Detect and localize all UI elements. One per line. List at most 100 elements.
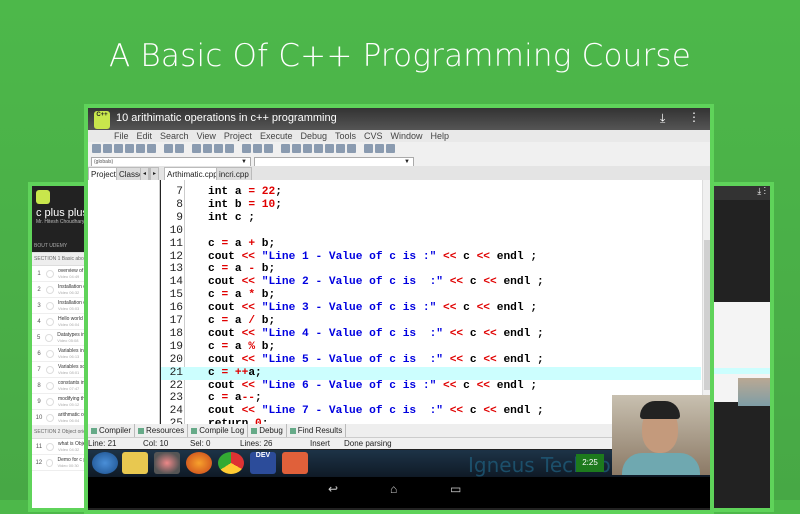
ide-tabs: Project Classes ◂ ▸ Arthimatic.cpp incri…	[88, 166, 710, 180]
editor-scrollbar[interactable]	[702, 180, 710, 431]
code-line: 15 c = a * b;	[161, 289, 701, 302]
code-text: int c ;	[208, 212, 255, 225]
lecture-item[interactable]: 9 modifying the Video 05:12	[32, 394, 90, 410]
code-token: ;	[275, 186, 282, 198]
tab-project[interactable]: Project	[88, 167, 119, 180]
menu-view[interactable]: View	[197, 130, 216, 142]
progress-circle-icon	[46, 317, 54, 326]
code-editor[interactable]: 7 int a = 22; 8 int b = 10; 9 int c ; 10 11 c = …	[161, 180, 710, 431]
code-token: "Line 6 - Value of c is :"	[255, 379, 443, 392]
lecture-item[interactable]: 12 Demo for c plu Video 00:30	[32, 455, 90, 471]
tab-resources[interactable]: Resources	[135, 424, 189, 437]
tab-scroll-right[interactable]: ▸	[150, 167, 160, 180]
tab-icon	[91, 427, 97, 434]
code-token: endl ;	[496, 327, 544, 340]
lecture-item[interactable]: 10 arithmatic op Video 06:04	[32, 410, 90, 426]
firefox-icon[interactable]	[186, 452, 212, 474]
tab-find-results[interactable]: Find Results	[287, 424, 347, 437]
tab-arthimatic-cpp[interactable]: Arthimatic.cpp	[164, 167, 221, 180]
start-button-icon[interactable]	[92, 452, 118, 474]
code-token: c	[463, 276, 484, 289]
code-token: <<	[483, 353, 497, 366]
lecture-item[interactable]: 2 Installation of Video 06:32	[32, 282, 90, 298]
next-screenshot-card[interactable]: ⤓ ⋮	[710, 182, 774, 512]
code-token: c	[463, 327, 484, 340]
code-line: 10	[161, 225, 701, 238]
code-token: c	[208, 289, 222, 302]
android-nav-bar: ↩ ⌂ ▭	[88, 477, 710, 508]
lecture-item[interactable]: 1 overview of C Video 04:49	[32, 266, 90, 282]
code-token: a	[228, 186, 249, 198]
code-token: cout	[208, 327, 242, 340]
download-icon[interactable]: ⤓	[660, 111, 665, 126]
tab-compile-log[interactable]: Compile Log	[188, 424, 249, 437]
menu-search[interactable]: Search	[160, 130, 189, 142]
tab-scroll-left[interactable]: ◂	[140, 167, 150, 180]
code-token: "Line 1 - Value of c is :"	[255, 250, 443, 263]
menu-tools[interactable]: Tools	[335, 130, 356, 142]
recents-icon[interactable]: ▭	[450, 482, 461, 496]
code-token: <<	[449, 276, 464, 289]
webcam-overlay	[612, 395, 710, 475]
explorer-icon[interactable]	[122, 452, 148, 474]
code-line: 11 c = a + b;	[161, 238, 701, 251]
chrome-icon[interactable]	[218, 452, 244, 474]
line-number: 12	[169, 250, 183, 263]
lecture-item[interactable]: 5 Datatypes in C Video 05:08	[32, 330, 90, 346]
code-line: 7 int a = 22;	[161, 186, 701, 199]
code-token: a	[228, 340, 249, 353]
code-token: c	[456, 302, 477, 315]
code-token: <<	[449, 405, 464, 418]
code-token: "Line 2 - Value of c is :"	[255, 276, 450, 289]
menu-edit[interactable]: Edit	[137, 130, 153, 142]
video-title-bar: C++ 10 arithimatic operations in c++ pro…	[88, 108, 710, 130]
code-token: <<	[483, 405, 497, 418]
code-token: endl ;	[496, 405, 544, 418]
lecture-number: 6	[37, 350, 41, 357]
menu-help[interactable]: Help	[431, 130, 450, 142]
code-text: cout << "Line 4 - Value of c is :" << c …	[208, 328, 544, 341]
powerpoint-icon[interactable]	[282, 452, 308, 474]
menu-file[interactable]: File	[114, 130, 129, 142]
code-text: c = a % b;	[208, 341, 275, 354]
code-token: cout	[208, 302, 242, 315]
home-icon[interactable]: ⌂	[390, 482, 397, 496]
section-header: SECTION 1 Basic about C	[32, 253, 90, 266]
menu-window[interactable]: Window	[391, 130, 423, 142]
lecture-item[interactable]: 11 what is Objec Video 04:32	[32, 439, 90, 455]
lecture-item[interactable]: 4 Hello world in Video 06:04	[32, 314, 90, 330]
menu-project[interactable]: Project	[224, 130, 252, 142]
code-line: 14 cout << "Line 2 - Value of c is :" << …	[161, 276, 701, 289]
snipping-tool-icon[interactable]	[154, 452, 180, 474]
lecture-item[interactable]: 8 constants in c Video 07:47	[32, 378, 90, 394]
code-token: b;	[255, 289, 276, 302]
back-icon[interactable]: ↩	[328, 482, 338, 496]
code-line: 18 cout << "Line 4 - Value of c is :" << …	[161, 328, 701, 341]
lecture-item[interactable]: 6 Variables in c Video 06:13	[32, 346, 90, 362]
code-text: cout << "Line 2 - Value of c is :" << c …	[208, 276, 544, 289]
code-token: c	[463, 353, 484, 366]
code-token: cout	[208, 405, 242, 418]
code-token: "Line 7 - Value of c is :"	[255, 405, 450, 418]
code-token: <<	[443, 379, 457, 392]
tab-debug[interactable]: Debug	[248, 424, 287, 437]
status-message: Done parsing	[344, 439, 392, 448]
dev-cpp-taskbar-icon[interactable]: DEV	[250, 452, 276, 474]
menu-debug[interactable]: Debug	[300, 130, 327, 142]
lecture-number: 5	[37, 334, 41, 341]
tab-compiler[interactable]: Compiler	[88, 424, 136, 437]
tab-icon	[251, 427, 258, 434]
video-player[interactable]: C++ 10 arithimatic operations in c++ pro…	[84, 104, 714, 514]
lecture-number: 4	[37, 318, 41, 325]
more-options-icon[interactable]: ⋮	[688, 110, 700, 124]
tab-incri-cpp[interactable]: incri.cpp	[216, 167, 252, 180]
lecture-number: 3	[37, 302, 41, 309]
lecture-item[interactable]: 3 Installation of Video 05:03	[32, 298, 90, 314]
lecture-item[interactable]: 7 Variables sco Video 08:01	[32, 362, 90, 378]
menu-cvs[interactable]: CVS	[364, 130, 383, 142]
download-icon[interactable]: ⤓ ⋮	[714, 186, 770, 200]
code-token: b;	[255, 237, 276, 250]
line-number: 18	[169, 327, 183, 340]
menu-execute[interactable]: Execute	[260, 130, 293, 142]
code-token: endl ;	[490, 250, 538, 263]
